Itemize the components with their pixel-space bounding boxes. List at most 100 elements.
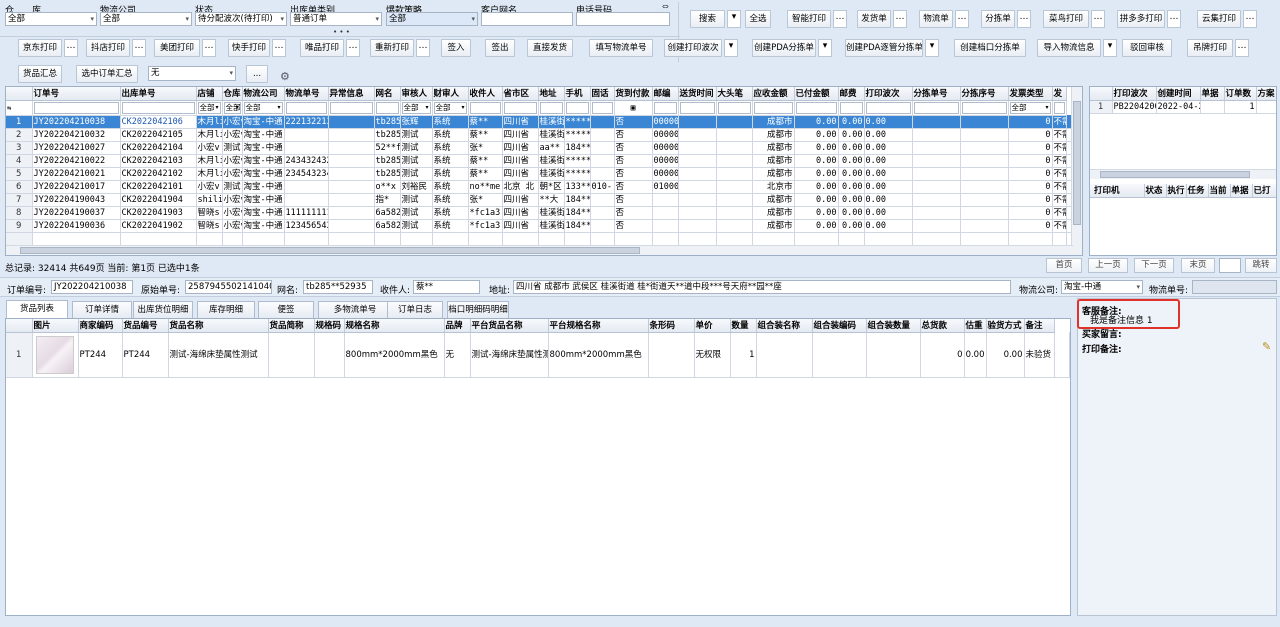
customer-nick-input[interactable] bbox=[481, 12, 573, 26]
tab-1[interactable]: 订单详情 bbox=[72, 301, 132, 318]
toolbar-button[interactable]: 菜鸟打印 bbox=[1043, 10, 1089, 28]
dropdown-toggle[interactable]: ▾ bbox=[727, 10, 741, 28]
column-header[interactable]: 备注 bbox=[1024, 319, 1055, 333]
toolbar-button[interactable]: 云集打印 bbox=[1197, 10, 1241, 28]
filter-input[interactable] bbox=[717, 101, 751, 114]
toolbar-button[interactable]: 签入 bbox=[441, 39, 471, 57]
filter-input[interactable] bbox=[795, 101, 837, 114]
column-header[interactable]: 物流公司 bbox=[242, 87, 285, 101]
table-row[interactable]: 9JY202204190036CK2022041902智晓s小宏v淘宝-中通12… bbox=[6, 219, 1081, 233]
column-header[interactable]: 已付金额 bbox=[794, 87, 839, 101]
toolbar-button[interactable]: 创建PDA逐管分拣单 bbox=[845, 39, 923, 57]
column-header[interactable]: 任务 bbox=[1186, 184, 1209, 198]
address-field[interactable]: 四川省 成都市 武侯区 桂溪街道 桂*街道天**道中段***号天府**园**座 bbox=[513, 280, 1011, 294]
column-header[interactable]: 打印波次 bbox=[1112, 87, 1157, 101]
filter-select[interactable]: 全部 ▾ bbox=[401, 101, 431, 114]
more-filters-toggle[interactable]: • • • bbox=[333, 28, 350, 36]
column-filter-select[interactable]: 全部 ▾ bbox=[1008, 100, 1053, 116]
column-header[interactable]: 组合装数量 bbox=[866, 319, 921, 333]
filter-input[interactable] bbox=[653, 101, 677, 114]
hot-strategy-select[interactable]: 全部 ▾ bbox=[386, 12, 478, 26]
dropdown-toggle[interactable]: ▾ bbox=[724, 39, 738, 57]
filter-input[interactable] bbox=[961, 101, 1007, 114]
orders-hscroll[interactable] bbox=[6, 245, 1073, 255]
column-filter-input[interactable] bbox=[1052, 100, 1067, 116]
filter-select[interactable]: 全部 ▾ bbox=[243, 101, 283, 114]
filter-input[interactable] bbox=[591, 101, 613, 114]
column-header[interactable]: 单价 bbox=[694, 319, 731, 333]
filter-input[interactable] bbox=[565, 101, 589, 114]
next-page-button[interactable]: 下一页 bbox=[1134, 258, 1174, 273]
column-header[interactable]: 组合装名称 bbox=[756, 319, 813, 333]
column-header[interactable]: 手机 bbox=[564, 87, 591, 101]
orders-vscroll[interactable] bbox=[1071, 87, 1082, 255]
more-options-button[interactable]: … bbox=[202, 39, 216, 57]
column-filter-input[interactable] bbox=[538, 100, 565, 116]
toolbar-button[interactable]: 创建打印波次 bbox=[664, 39, 722, 57]
toolbar-button[interactable]: 拼多多打印 bbox=[1117, 10, 1165, 28]
filter-input[interactable] bbox=[753, 101, 793, 114]
more-options-button[interactable]: … bbox=[1017, 10, 1031, 28]
logistics-no-field[interactable] bbox=[1192, 280, 1277, 294]
goods-summary-button[interactable]: 货品汇总 bbox=[18, 65, 62, 83]
column-header[interactable]: 已打 bbox=[1252, 184, 1276, 198]
toolbar-button[interactable]: 美团打印 bbox=[154, 39, 200, 57]
filter-input[interactable] bbox=[375, 101, 399, 114]
column-header[interactable]: 店铺 bbox=[196, 87, 223, 101]
filter-select[interactable]: 全部 ▾ bbox=[1009, 101, 1051, 114]
column-header[interactable]: 货品名称 bbox=[168, 319, 269, 333]
column-filter-input[interactable] bbox=[838, 100, 865, 116]
toolbar-button[interactable]: 唯品打印 bbox=[300, 39, 344, 57]
table-row[interactable]: 5JY202204210021CK2022042102木月lii小宏v淘宝-中通… bbox=[6, 167, 1081, 181]
toolbar-button[interactable]: 全选 bbox=[745, 10, 771, 28]
column-header[interactable]: 总货款 bbox=[920, 319, 965, 333]
warehouse-select[interactable]: 全部 ▾ bbox=[5, 12, 97, 26]
dropdown-toggle[interactable]: ▾ bbox=[1103, 39, 1117, 57]
toolbar-button[interactable]: 快手打印 bbox=[228, 39, 270, 57]
toolbar-button[interactable]: 物流单 bbox=[919, 10, 953, 28]
more-options-button[interactable]: … bbox=[346, 39, 360, 57]
filter-input[interactable] bbox=[839, 101, 863, 114]
orig-no-field[interactable]: 2587945502141040 bbox=[185, 280, 272, 294]
column-header[interactable]: 货品简称 bbox=[268, 319, 315, 333]
phone-input[interactable] bbox=[576, 12, 670, 26]
column-header[interactable]: 收件人 bbox=[468, 87, 503, 101]
order-no-field[interactable]: JY202204210038 bbox=[51, 280, 133, 294]
column-filter-input[interactable] bbox=[120, 100, 197, 116]
toolbar-button[interactable]: 创建PDA分拣单 bbox=[752, 39, 816, 57]
column-header[interactable]: 条形码 bbox=[648, 319, 695, 333]
wave-hscroll[interactable] bbox=[1090, 169, 1276, 179]
toolbar-button[interactable]: 吊牌打印 bbox=[1187, 39, 1233, 57]
more-options-button[interactable]: … bbox=[893, 10, 907, 28]
column-header[interactable]: 大头笔 bbox=[716, 87, 753, 101]
filter-input[interactable] bbox=[865, 101, 911, 114]
column-header[interactable]: 邮费 bbox=[838, 87, 865, 101]
nick-field[interactable]: tb285**52935 bbox=[303, 280, 373, 294]
column-header[interactable]: 仓库 bbox=[222, 87, 243, 101]
column-header[interactable]: 订单数 bbox=[1224, 87, 1257, 101]
receiver-field[interactable]: 蔡** bbox=[413, 280, 480, 294]
column-header[interactable]: 创建时间 bbox=[1156, 87, 1201, 101]
dropdown-toggle[interactable]: ▾ bbox=[925, 39, 939, 57]
column-header[interactable]: 图片 bbox=[32, 319, 79, 333]
summary-select[interactable]: 无 ▾ bbox=[148, 66, 236, 81]
toolbar-button[interactable]: 分拣单 bbox=[981, 10, 1015, 28]
column-filter-select[interactable]: 全部 ▾ bbox=[432, 100, 469, 116]
column-filter-select[interactable]: 全部 ▾ bbox=[196, 100, 223, 116]
column-filter-input[interactable] bbox=[284, 100, 329, 116]
column-header[interactable]: 打印机 bbox=[1090, 184, 1145, 198]
column-filter-input[interactable] bbox=[716, 100, 753, 116]
column-header[interactable]: 验货方式 bbox=[986, 319, 1025, 333]
more-options-button[interactable]: … bbox=[272, 39, 286, 57]
column-header[interactable]: 组合装编码 bbox=[812, 319, 867, 333]
column-filter-select[interactable]: 全部 ▾ bbox=[242, 100, 285, 116]
tab-2[interactable]: 出库货位明细 bbox=[133, 301, 193, 318]
filter-select[interactable]: 全部 ▾ bbox=[433, 101, 467, 114]
table-row[interactable]: 6 JY202204210017 CK2022042101 小宏v 测试 淘宝-中通 o**… bbox=[6, 180, 1081, 194]
column-header[interactable]: 出库单号 bbox=[120, 87, 197, 101]
column-header[interactable]: 物流单号 bbox=[284, 87, 329, 101]
table-row[interactable]: 8JY202204190037CK2022041903智晓s小宏v淘宝-中通11… bbox=[6, 206, 1081, 220]
column-header[interactable]: 执行 bbox=[1166, 184, 1187, 198]
column-filter-input[interactable] bbox=[794, 100, 839, 116]
column-header[interactable]: 发票类型 bbox=[1008, 87, 1053, 101]
